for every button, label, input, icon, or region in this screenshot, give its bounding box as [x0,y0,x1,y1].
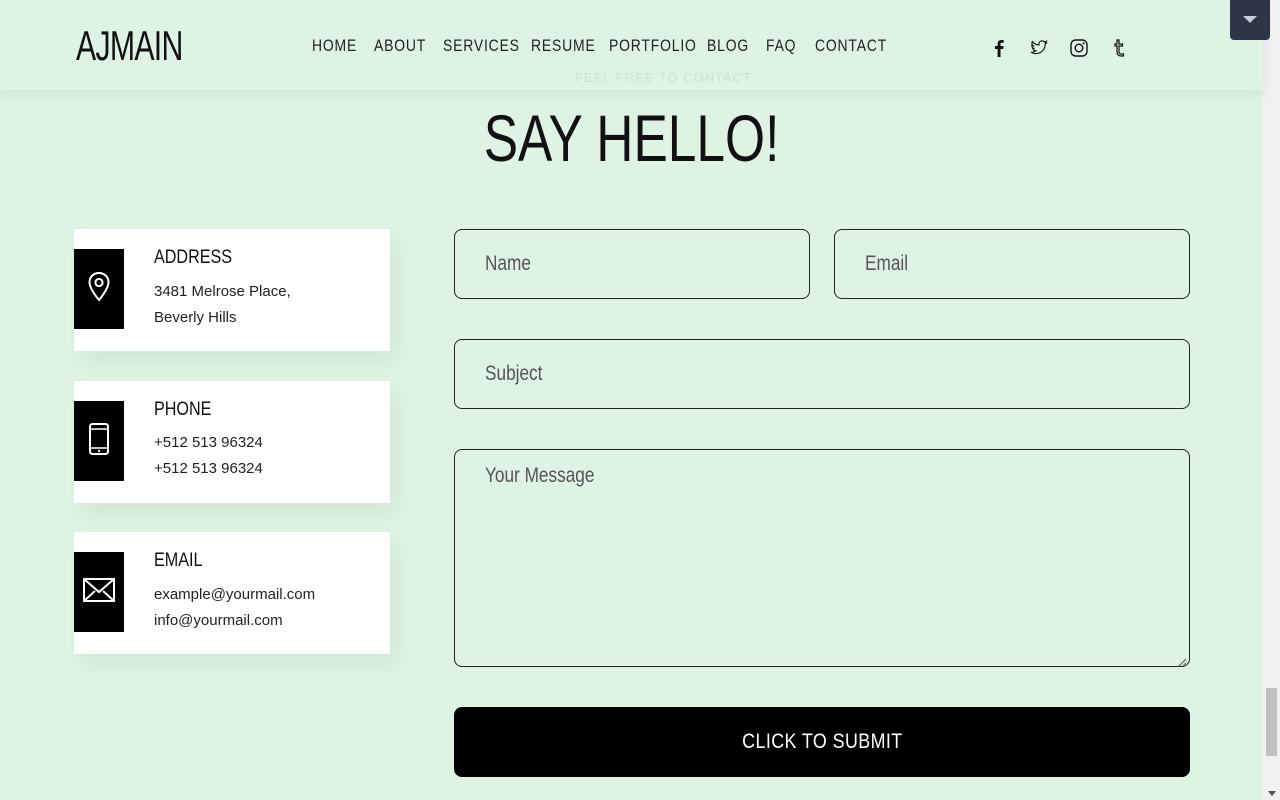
subject-placeholder: Subject [485,362,543,385]
corner-menu-button[interactable] [1230,0,1270,40]
phone-icon-box [74,401,124,481]
email-line-2[interactable]: info@yourmail.com [154,612,283,629]
message-placeholder: Your Message [485,464,595,487]
nav-about[interactable]: ABOUT [374,36,426,56]
phone-card: PHONE +512 513 96324 +512 513 96324 [74,381,390,503]
instagram-icon[interactable] [1069,38,1089,58]
nav-contact[interactable]: CONTACT [815,36,887,56]
mobile-phone-icon [87,422,111,461]
resize-grip-icon[interactable] [1177,654,1187,667]
map-pin-icon [86,271,112,308]
address-card: ADDRESS 3481 Melrose Place, Beverly Hill… [74,229,390,351]
nav-portfolio[interactable]: PORTFOLIO [609,36,697,56]
section-subtitle: FEEL FREE TO CONTACT [575,70,752,85]
page-title: SAY HELLO! [0,100,1263,176]
scrollbar-thumb[interactable] [1266,688,1277,756]
submit-button[interactable]: CLICK TO SUBMIT [454,707,1190,777]
email-title: EMAIL [154,550,203,571]
scroll-down-arrow-icon[interactable] [1268,791,1276,796]
email-field[interactable]: Email [834,229,1190,299]
nav-resume[interactable]: RESUME [531,36,596,56]
phone-line-2[interactable]: +512 513 96324 [154,460,263,477]
page-title-text: SAY HELLO! [483,101,780,175]
message-textarea[interactable]: Your Message [454,449,1190,667]
phone-title: PHONE [154,399,212,420]
chevron-down-icon [1242,11,1258,29]
address-icon-box [74,249,124,329]
name-field[interactable]: Name [454,229,810,299]
email-card: EMAIL example@yourmail.com info@yourmail… [74,532,390,654]
phone-line-1[interactable]: +512 513 96324 [154,434,263,451]
facebook-icon[interactable] [990,38,1008,58]
address-line-1: 3481 Melrose Place, [154,283,291,300]
address-line-2: Beverly Hills [154,309,237,326]
email-icon-box [74,552,124,632]
site-logo[interactable]: AJMAIN [76,22,183,70]
email-line-1[interactable]: example@yourmail.com [154,586,315,603]
email-placeholder: Email [865,252,909,275]
envelope-icon [82,577,116,608]
nav-services[interactable]: SERVICES [443,36,520,56]
subject-field[interactable]: Subject [454,339,1190,409]
name-placeholder: Name [485,252,531,275]
nav-home[interactable]: HOME [312,36,357,56]
twitter-icon[interactable] [1029,38,1049,58]
page-scrollbar[interactable] [1263,0,1280,800]
address-title: ADDRESS [154,247,233,268]
nav-blog[interactable]: BLOG [707,36,749,56]
submit-label: CLICK TO SUBMIT [741,730,903,753]
tumblr-icon[interactable] [1110,38,1128,58]
nav-faq[interactable]: FAQ [766,36,796,56]
